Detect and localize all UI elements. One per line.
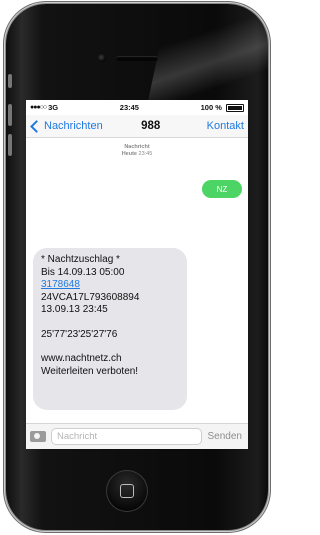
volume-up-button — [8, 104, 12, 126]
status-time: 23:45 — [119, 103, 139, 112]
sent-message-bubble[interactable]: NZ — [202, 180, 242, 198]
back-button[interactable]: Nachrichten — [30, 119, 103, 133]
message-spacer — [41, 317, 179, 329]
message-line: 13.09.13 23:45 — [41, 304, 108, 315]
sent-message-text: NZ — [216, 184, 228, 194]
mute-switch — [8, 74, 12, 88]
earpiece-speaker — [116, 56, 158, 61]
message-input[interactable] — [51, 428, 202, 445]
message-composer: Senden — [26, 423, 248, 449]
status-left: ●●●○○ 3G — [30, 103, 58, 112]
message-line: 24VCA17L793608894 — [41, 291, 140, 303]
home-button-icon — [120, 484, 134, 498]
message-line: Bis 14.09.13 05:00 — [41, 266, 125, 278]
status-right: 100 % — [201, 103, 244, 112]
message-line: * Nachtzuschlag * — [41, 254, 120, 265]
battery-percent: 100 % — [200, 102, 222, 112]
signal-dots-icon: ●●●○○ — [30, 104, 47, 111]
send-button[interactable]: Senden — [202, 431, 244, 442]
volume-down-button — [8, 134, 12, 156]
carrier-label: 3G — [48, 103, 59, 112]
camera-icon[interactable] — [30, 431, 46, 442]
phone-frame: ●●●○○ 3G 23:45 100 % Nachrichten 988 Kon… — [6, 4, 268, 530]
battery-icon — [226, 104, 244, 112]
message-line: www.nachtnetz.ch — [41, 353, 122, 364]
nav-bar: Nachrichten 988 Kontakt — [26, 115, 248, 138]
back-button-label: Nachrichten — [44, 120, 103, 132]
conversation-title: 988 — [141, 120, 161, 132]
screen: ●●●○○ 3G 23:45 100 % Nachrichten 988 Kon… — [26, 100, 248, 449]
phone-number-link[interactable]: 3178648 — [41, 279, 179, 292]
received-message-bubble[interactable]: * Nachtzuschlag * Bis 14.09.13 05:00 317… — [33, 248, 187, 410]
contact-button[interactable]: Kontakt — [207, 120, 244, 132]
chevron-left-icon — [30, 119, 43, 133]
home-button[interactable] — [106, 470, 148, 512]
thread-date-header: Nachricht Heute 23:45 — [26, 144, 248, 158]
message-line: 25'77'23'25'27'76 — [41, 328, 118, 340]
screen-glare — [147, 4, 268, 104]
front-camera — [98, 54, 106, 62]
thread-date-time: Heute 23:45 — [121, 151, 153, 157]
message-spacer — [41, 341, 179, 353]
status-bar: ●●●○○ 3G 23:45 100 % — [26, 100, 248, 115]
message-thread[interactable]: Nachricht Heute 23:45 NZ * Nachtzuschlag… — [26, 138, 248, 418]
thread-date-label: Nachricht — [124, 144, 150, 150]
message-line: Weiterleiten verboten! — [41, 365, 139, 377]
